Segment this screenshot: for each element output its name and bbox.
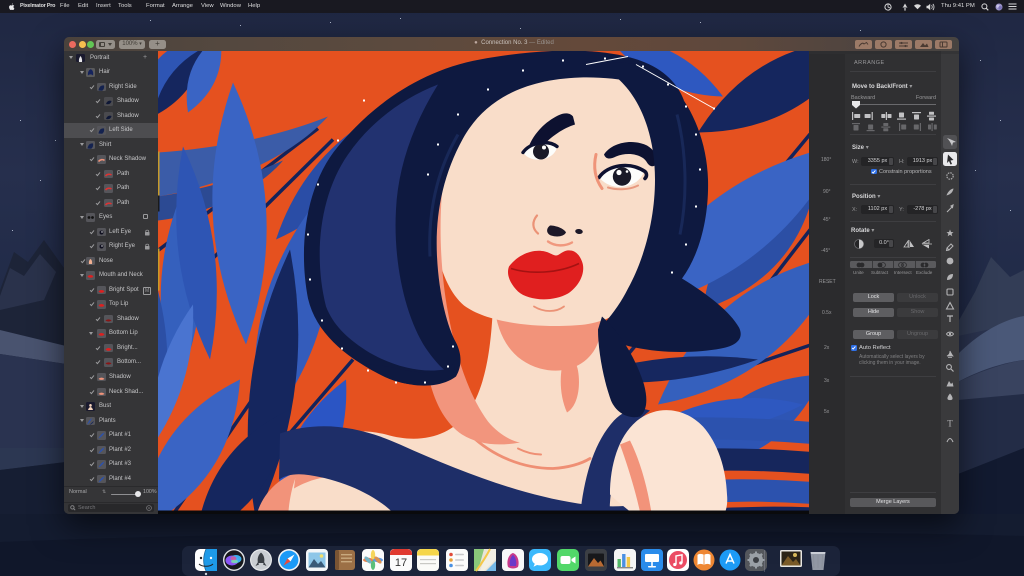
svg-text:17: 17 (395, 557, 407, 569)
svg-text:T: T (947, 419, 953, 429)
